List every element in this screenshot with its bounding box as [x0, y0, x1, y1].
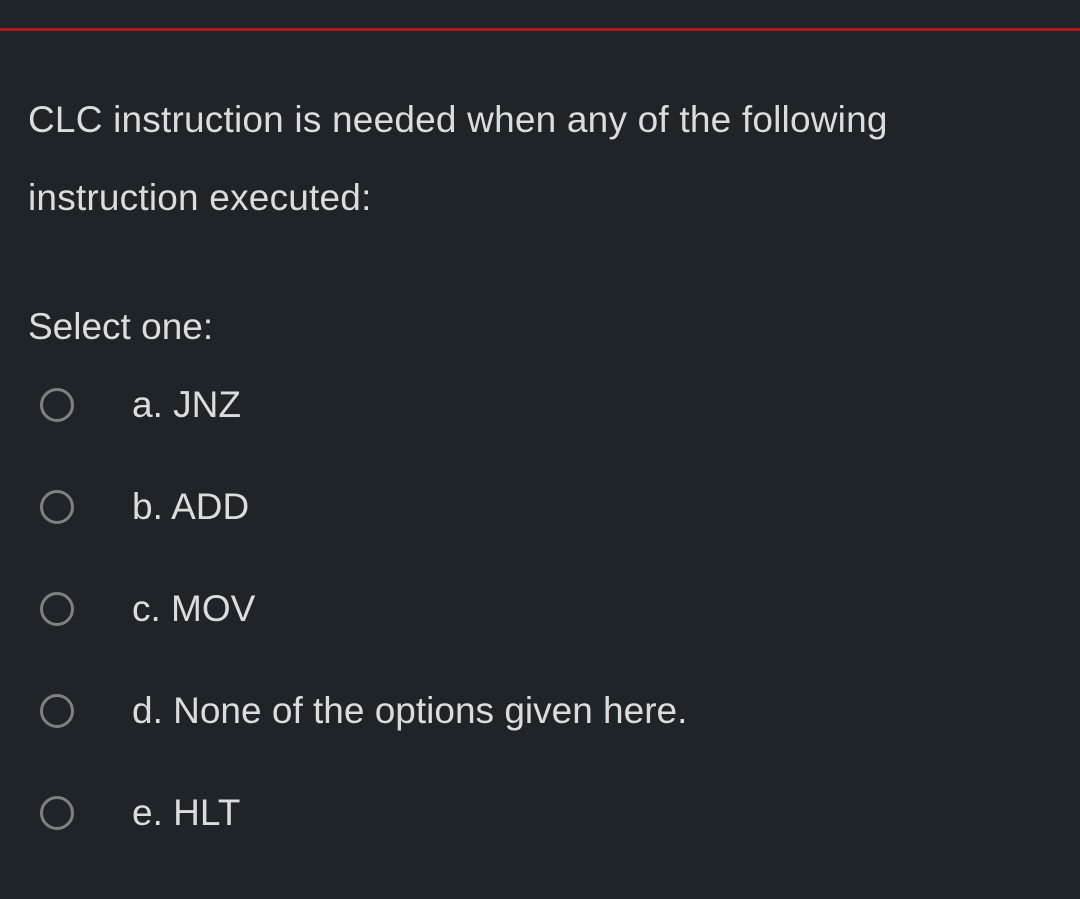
option-label: e. HLT [132, 792, 240, 834]
option-c[interactable]: c. MOV [28, 588, 1052, 630]
select-one-label: Select one: [28, 306, 1052, 348]
option-e[interactable]: e. HLT [28, 792, 1052, 834]
radio-icon[interactable] [40, 490, 74, 524]
question-container: CLC instruction is needed when any of th… [0, 31, 1080, 834]
option-label: b. ADD [132, 486, 249, 528]
question-text: CLC instruction is needed when any of th… [28, 81, 1052, 236]
options-list: a. JNZ b. ADD c. MOV d. None of the opti… [28, 384, 1052, 834]
option-label: d. None of the options given here. [132, 690, 687, 732]
option-b[interactable]: b. ADD [28, 486, 1052, 528]
option-d[interactable]: d. None of the options given here. [28, 690, 1052, 732]
radio-icon[interactable] [40, 796, 74, 830]
option-a[interactable]: a. JNZ [28, 384, 1052, 426]
option-label: a. JNZ [132, 384, 241, 426]
radio-icon[interactable] [40, 694, 74, 728]
option-label: c. MOV [132, 588, 255, 630]
radio-icon[interactable] [40, 388, 74, 422]
radio-icon[interactable] [40, 592, 74, 626]
